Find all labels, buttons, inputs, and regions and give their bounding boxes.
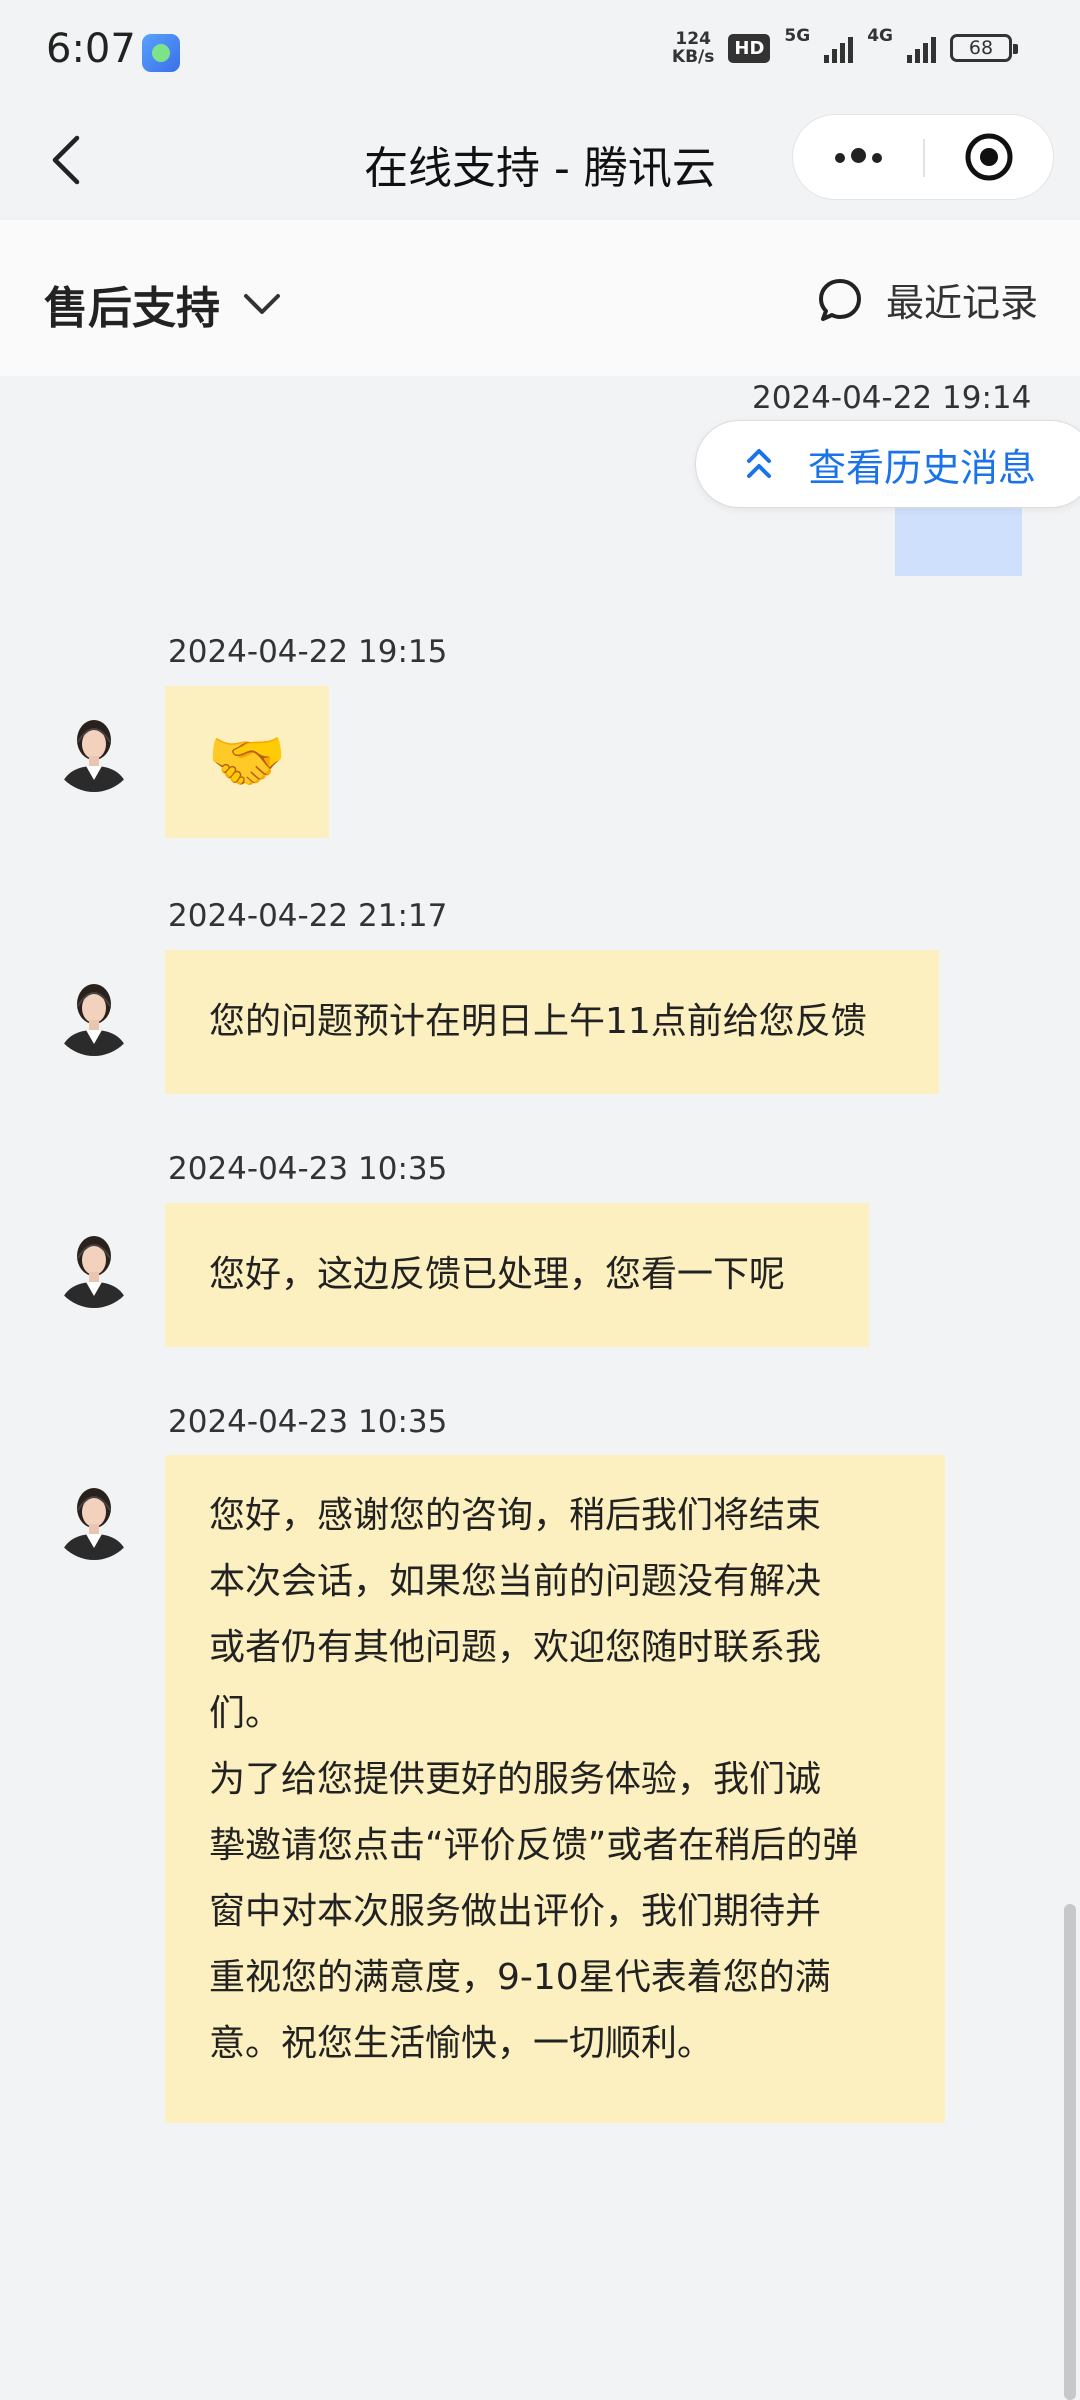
status-bar: 6:07 124 KB/s HD 5G 4G 68 [0,0,1080,100]
scrollbar[interactable] [1064,1904,1076,2400]
message-line: 或者仍有其他问题，欢迎您随时联系我 [209,1627,822,1668]
close-miniprogram-button[interactable] [925,115,1053,199]
message-line: 您好，感谢您的咨询，稍后我们将结束 [209,1495,822,1536]
signal-icon [824,33,854,63]
network-type-4g: 4G [867,26,893,46]
nav-bar: 在线支持 - 腾讯云 [0,100,1080,220]
department-selector[interactable]: 售后支持 [44,272,282,336]
message-timestamp: 2024-04-22 19:14 [752,380,1032,416]
message-line: 们。 [209,1693,282,1734]
message-line: 意。祝您生活愉快，一切顺利。 [209,2023,714,2064]
message-text: 您好，这边反馈已处理，您看一下呢 [209,1254,786,1295]
agent-message-bubble[interactable]: 您好，感谢您的咨询，稍后我们将结束 本次会话，如果您当前的问题没有解决 或者仍有… [165,1455,945,2123]
more-button[interactable] [793,115,923,199]
message-line: 本次会话，如果您当前的问题没有解决 [209,1561,822,1602]
agent-avatar-image [52,708,136,792]
recent-records-button[interactable]: 最近记录 [816,272,1038,327]
message-timestamp: 2024-04-23 10:35 [168,1404,448,1440]
view-history-label: 查看历史消息 [808,445,1037,490]
agent-avatar [52,1476,136,1560]
double-chevron-up-icon [747,449,771,478]
network-speed: 124 KB/s [671,29,715,67]
signal-icon [907,33,936,63]
message-timestamp: 2024-04-22 19:15 [168,634,448,670]
miniprogram-capsule [792,114,1054,200]
message-line: 重视您的满意度，9-10星代表着您的满 [209,1957,831,1998]
message-line: 挚邀请您点击“评价反馈”或者在稍后的弹 [209,1825,859,1866]
more-dots-icon [832,147,885,167]
message-line: 为了给您提供更好的服务体验，我们诚 [209,1759,822,1800]
agent-avatar [52,972,136,1056]
agent-message-bubble[interactable]: 您的问题预计在明日上午11点前给您反馈 [165,950,939,1094]
chat-messages[interactable]: 2024-04-22 19:14 查看历史消息 2024-04-22 19:15… [0,376,1080,2400]
department-label: 售后支持 [44,283,220,334]
department-header: 售后支持 最近记录 [0,220,1080,376]
chevron-down-icon [244,294,280,314]
recent-records-label: 最近记录 [885,281,1038,325]
message-timestamp: 2024-04-23 10:35 [168,1151,448,1187]
agent-message-bubble[interactable]: 🤝 [165,686,329,838]
target-circle-icon [965,133,1013,181]
network-type-5g: 5G [784,26,811,46]
agent-avatar [52,708,136,792]
message-timestamp: 2024-04-22 21:17 [168,898,448,934]
app-notification-icon [142,34,180,72]
chat-bubble-icon [818,278,861,321]
agent-avatar [52,1224,136,1308]
message-line: 窗中对本次服务做出评价，我们期待并 [209,1891,822,1932]
status-indicators: 124 KB/s HD 5G 4G 68 [671,26,1018,67]
message-text: 您的问题预计在明日上午11点前给您反馈 [209,1001,867,1042]
view-history-button[interactable]: 查看历史消息 [695,420,1080,508]
status-time: 6:07 [46,26,136,72]
battery-icon: 68 [950,34,1018,62]
agent-message-bubble[interactable]: 您好，这边反馈已处理，您看一下呢 [165,1203,869,1347]
hd-badge: HD [728,33,771,63]
